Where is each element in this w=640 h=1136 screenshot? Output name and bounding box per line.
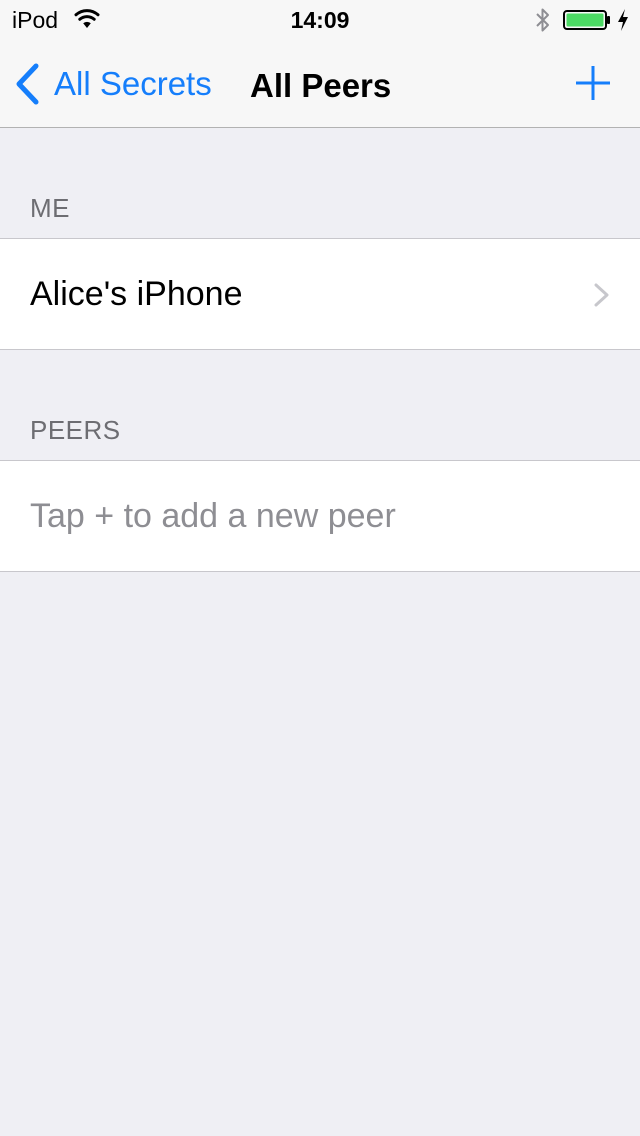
device-name-label: Alice's iPhone [30,275,243,313]
status-bar: iPod 14:09 [0,0,640,40]
battery-icon [563,10,610,30]
section-header-me: ME [30,193,70,223]
top-bar: iPod 14:09 All Secrets All Peers [0,0,640,128]
peers-empty-row: Tap + to add a new peer [0,460,640,572]
back-button[interactable]: All Secrets [14,62,212,106]
empty-peers-hint: Tap + to add a new peer [30,497,396,535]
page-title: All Peers [250,67,392,104]
plus-icon[interactable] [574,64,612,102]
section-header-peers: PEERS [30,415,121,445]
charging-bolt-icon [618,9,628,31]
chevron-right-icon [594,283,609,307]
table-row-my-device[interactable]: Alice's iPhone [0,238,640,350]
navigation-bar: All Secrets All Peers [0,40,640,128]
back-button-label: All Secrets [54,65,212,102]
chevron-left-icon [16,63,39,105]
bluetooth-icon [536,8,549,32]
